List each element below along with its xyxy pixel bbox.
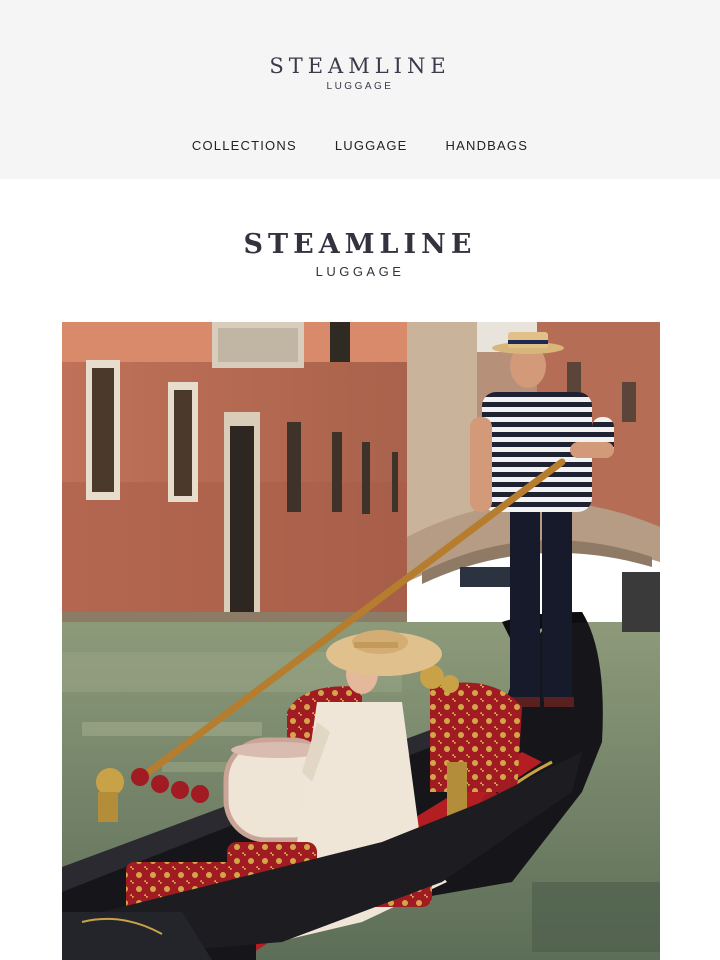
hero-gondola-illustration <box>62 322 660 960</box>
nav-item-handbags[interactable]: HANDBAGS <box>446 138 529 153</box>
hero-logo: STEAMLINE LUGGAGE <box>0 229 720 279</box>
header-logo[interactable]: STEAMLINE LUGGAGE <box>0 54 720 92</box>
nav-item-luggage[interactable]: LUGGAGE <box>335 138 408 153</box>
main-nav: COLLECTIONS LUGGAGE HANDBAGS <box>0 138 720 153</box>
top-header: STEAMLINE LUGGAGE COLLECTIONS LUGGAGE HA… <box>0 0 720 179</box>
hero-logo-subtitle: LUGGAGE <box>315 264 405 279</box>
header-logo-wordmark: STEAMLINE <box>269 54 451 78</box>
hero-image[interactable] <box>62 322 660 960</box>
hero-logo-wordmark: STEAMLINE <box>243 229 477 260</box>
nav-item-collections[interactable]: COLLECTIONS <box>192 138 297 153</box>
header-logo-subtitle: LUGGAGE <box>326 81 394 92</box>
